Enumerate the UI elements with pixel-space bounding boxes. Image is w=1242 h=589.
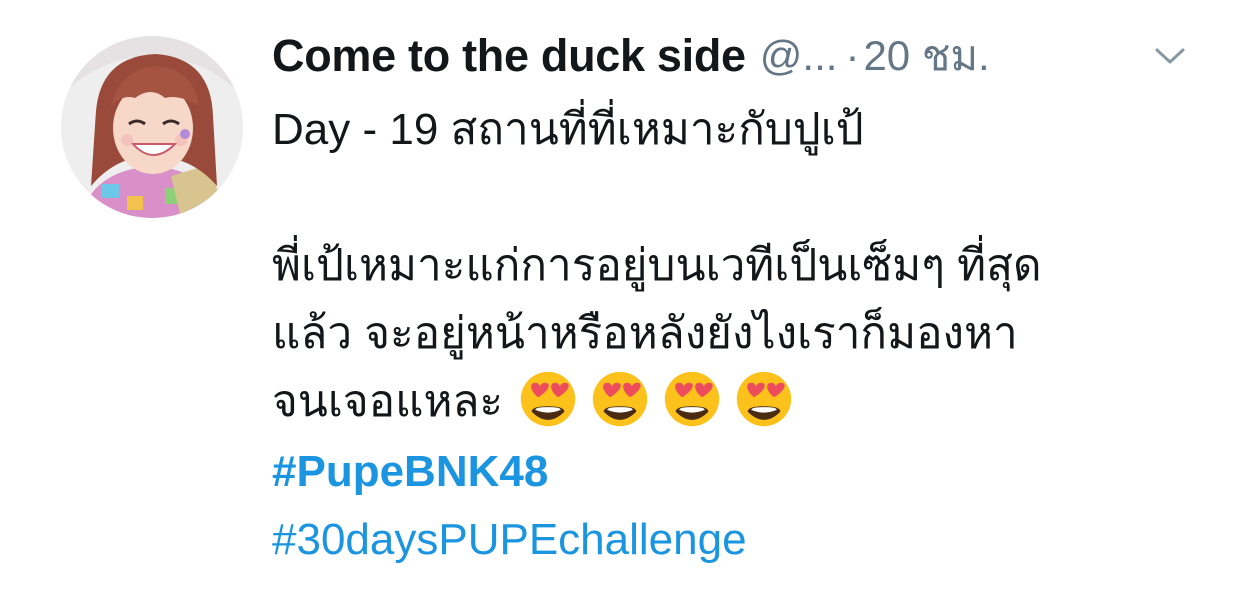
heart-eyes-emoji xyxy=(592,371,648,427)
tweet-line-with-emoji: จนเจอแหละ xyxy=(272,368,1202,436)
hashtag-link[interactable]: #30daysPUPEchallenge xyxy=(272,515,747,564)
heart-eyes-emoji xyxy=(736,371,792,427)
timestamp[interactable]: 20 ชม. xyxy=(863,23,989,89)
tweet-line-text: จนเจอแหละ xyxy=(272,377,504,426)
separator-dot: · xyxy=(845,32,860,79)
tweet-text: Day - 19 สถานที่ที่เหมาะกับปูเป้ พี่เป้เ… xyxy=(272,96,1202,574)
hashtag-link[interactable]: #PupeBNK48 xyxy=(272,447,548,496)
tweet-line: Day - 19 สถานที่ที่เหมาะกับปูเป้ xyxy=(272,105,864,154)
tweet-header: Come to the duck side @... · 20 ชม. xyxy=(272,26,1202,86)
avatar-image xyxy=(61,36,243,218)
tweet[interactable]: Come to the duck side @... · 20 ชม. Day … xyxy=(0,0,1242,589)
tweet-line: พี่เป้เหมาะแก่การอยู่บนเวทีเป็นเซ็มๆ ที่… xyxy=(272,241,1042,290)
heart-eyes-emoji xyxy=(520,371,576,427)
heart-eyes-emoji xyxy=(664,371,720,427)
display-name[interactable]: Come to the duck side xyxy=(272,30,746,82)
user-handle[interactable]: @... xyxy=(760,32,838,80)
chevron-down-icon[interactable] xyxy=(1154,46,1186,66)
tweet-line: แล้ว จะอยู่หน้าหรือหลังยังไงเราก็มองหา xyxy=(272,309,1018,358)
avatar[interactable] xyxy=(61,36,243,218)
